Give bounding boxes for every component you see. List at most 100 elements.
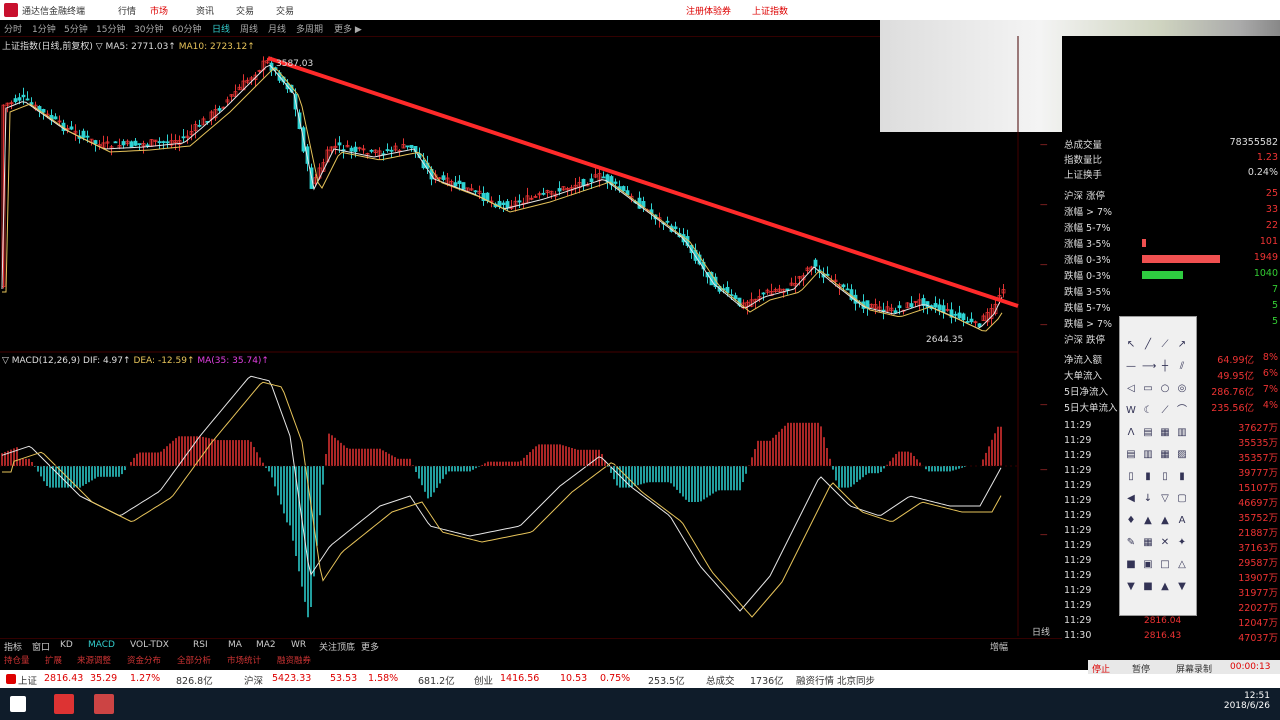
drawing-tool-icon[interactable]: ▦	[1142, 537, 1154, 549]
drawing-tool-icon[interactable]: ✦	[1176, 537, 1188, 549]
menu-item-market[interactable]: 市场	[150, 4, 168, 17]
ticker-cy-label[interactable]: 创业	[474, 673, 493, 687]
ticker-sh-label[interactable]: 上证	[18, 673, 37, 687]
drawing-tool-icon[interactable]: ⟋	[1159, 339, 1171, 351]
drawing-tool-icon[interactable]: ▲	[1142, 515, 1154, 527]
drawing-tool-icon[interactable]: ▣	[1142, 559, 1154, 571]
indicator-tab[interactable]: MA2	[256, 640, 276, 650]
drawing-tool-icon[interactable]: ▤	[1142, 427, 1154, 439]
indicator-tab[interactable]: VOL-TDX	[130, 640, 169, 650]
drawing-tool-icon[interactable]: ▼	[1176, 581, 1188, 593]
drawing-tool-icon[interactable]: ⟶	[1142, 361, 1156, 373]
period-tab[interactable]: 分时	[4, 22, 22, 35]
ticker-cy-change: 10.53	[560, 673, 588, 684]
drawing-tool-icon[interactable]: ▨	[1176, 449, 1188, 461]
drawing-tool-icon[interactable]: ↓	[1142, 493, 1154, 505]
drawing-tool-icon[interactable]: —	[1125, 361, 1137, 373]
drawing-tool-icon[interactable]: ◎	[1176, 383, 1188, 395]
analysis-tab[interactable]: 全部分析	[177, 654, 211, 666]
drawing-tool-icon[interactable]: ✕	[1159, 537, 1171, 549]
candle	[509, 200, 514, 211]
drawing-tool-icon[interactable]: ◀	[1125, 493, 1137, 505]
drawing-tool-icon[interactable]: ↗	[1176, 339, 1188, 351]
analysis-tab[interactable]: 市场统计	[227, 654, 261, 666]
menu-item-trade[interactable]: 交易	[236, 4, 254, 17]
period-tab[interactable]: 月线	[268, 22, 286, 35]
drawing-tool-icon[interactable]: ▮	[1176, 471, 1188, 483]
analysis-tab[interactable]: 持仓量	[4, 654, 30, 666]
drawing-tool-icon[interactable]: ✎	[1125, 537, 1137, 549]
drawing-tool-icon[interactable]: W	[1125, 405, 1137, 417]
drawing-tool-icon[interactable]: ■	[1125, 559, 1137, 571]
drawing-tool-icon[interactable]: ◁	[1125, 383, 1137, 395]
period-tab[interactable]: 1分钟	[32, 22, 56, 35]
indicator-tab[interactable]: KD	[60, 640, 73, 650]
drawing-tool-icon[interactable]: ↖	[1125, 339, 1137, 351]
drawing-tool-icon[interactable]: ▥	[1176, 427, 1188, 439]
drawing-tool-icon[interactable]: ▯	[1159, 471, 1171, 483]
period-tab[interactable]: 60分钟	[172, 22, 201, 35]
drawing-tool-icon[interactable]: ■	[1142, 581, 1154, 593]
period-tab[interactable]: 多周期	[296, 22, 323, 35]
nav-right[interactable]: 增幅	[990, 640, 1008, 653]
stop-button[interactable]: 停止	[1092, 662, 1110, 675]
tab-daily-right[interactable]: 日线	[1032, 625, 1050, 638]
indicator-tab[interactable]: WR	[291, 640, 306, 650]
drawing-tool-icon[interactable]: ▥	[1142, 449, 1154, 461]
drawing-tool-icon[interactable]: ▭	[1142, 383, 1154, 395]
drawing-tool-icon[interactable]: ☾	[1142, 405, 1154, 417]
analysis-tab[interactable]: 资金分布	[127, 654, 161, 666]
indicator-tab[interactable]: MA	[228, 640, 242, 650]
drawing-tool-icon[interactable]: ▢	[1176, 493, 1188, 505]
menu-item-quotes[interactable]: 行情	[118, 4, 136, 17]
drawing-tool-icon[interactable]: ▲	[1159, 515, 1171, 527]
period-tab[interactable]: 周线	[240, 22, 258, 35]
indicator-tab[interactable]: MACD	[88, 640, 115, 650]
pause-button[interactable]: 暂停	[1132, 662, 1150, 675]
app-taskbar-icon[interactable]	[54, 694, 74, 714]
app2-taskbar-icon[interactable]	[94, 694, 114, 714]
period-tab-daily[interactable]: 日线	[212, 22, 230, 35]
drawing-tool-icon[interactable]: ⌒	[1176, 405, 1188, 417]
drawing-tool-icon[interactable]: ╱	[1142, 339, 1154, 351]
drawing-tool-icon[interactable]: ⟋	[1159, 405, 1171, 417]
drawing-tool-icon[interactable]: □	[1159, 559, 1171, 571]
drawing-tool-icon[interactable]: Λ	[1125, 427, 1137, 439]
period-tab[interactable]: 5分钟	[64, 22, 88, 35]
drawing-tool-icon[interactable]: ♦	[1125, 515, 1137, 527]
candle	[157, 137, 162, 149]
drawing-tool-icon[interactable]: ▼	[1125, 581, 1137, 593]
analysis-tab[interactable]: 来源调整	[77, 654, 111, 666]
record-button[interactable]: 屏幕录制	[1176, 662, 1212, 675]
drawing-tools-palette[interactable]: ↖ ╱ ⟋ ↗ — ⟶ ┼ ⫽ ◁ ▭ ○ ◎ W ☾ ⟋ ⌒ Λ ▤ ▦ ▥ ▤ ▥ ▦ ▨ ▯ ▮ ▯ ▮ ◀ ↓ ▽ ▢ ♦ ▲ ▲ A ✎ ▦ ✕ ✦…	[1119, 316, 1197, 616]
drawing-tool-icon[interactable]: ▦	[1159, 449, 1171, 461]
candle	[813, 258, 818, 274]
analysis-tab[interactable]: 扩展	[45, 654, 62, 666]
period-tab[interactable]: 15分钟	[96, 22, 125, 35]
drawing-tool-icon[interactable]: ▮	[1142, 471, 1154, 483]
drawing-tool-icon[interactable]: ▦	[1159, 427, 1171, 439]
kline-chart[interactable]: 3587.03 2644.35	[0, 36, 1062, 636]
ticker-hs-label[interactable]: 沪深	[244, 673, 263, 687]
drawing-tool-icon[interactable]: ┼	[1159, 361, 1171, 373]
candle	[589, 173, 594, 189]
indicator-tab[interactable]: RSI	[193, 640, 208, 650]
promo-index-link[interactable]: 上证指数	[752, 4, 788, 17]
period-tab-more[interactable]: 更多 ▶	[334, 22, 362, 35]
menu-item-news[interactable]: 资讯	[196, 4, 214, 17]
drawing-tool-icon[interactable]: ⫽	[1176, 361, 1188, 373]
drawing-tool-icon[interactable]: ▯	[1125, 471, 1137, 483]
windows-start-icon[interactable]	[10, 696, 26, 712]
promo-link[interactable]: 注册体验券	[686, 4, 731, 17]
candle	[953, 311, 958, 322]
drawing-tool-icon[interactable]: ▽	[1159, 493, 1171, 505]
period-tab[interactable]: 30分钟	[134, 22, 163, 35]
drawing-tool-icon[interactable]: △	[1176, 559, 1188, 571]
analysis-tab[interactable]: 融资融券	[277, 654, 311, 666]
drawing-tool-icon[interactable]: ▤	[1125, 449, 1137, 461]
drawing-tool-icon[interactable]: ○	[1159, 383, 1171, 395]
drawing-tool-icon[interactable]: A	[1176, 515, 1188, 527]
drawing-tool-icon[interactable]: ▲	[1159, 581, 1171, 593]
taskbar-clock[interactable]: 12:51 2018/6/26	[1224, 691, 1270, 711]
menu-item-trade-2[interactable]: 交易	[276, 4, 294, 17]
